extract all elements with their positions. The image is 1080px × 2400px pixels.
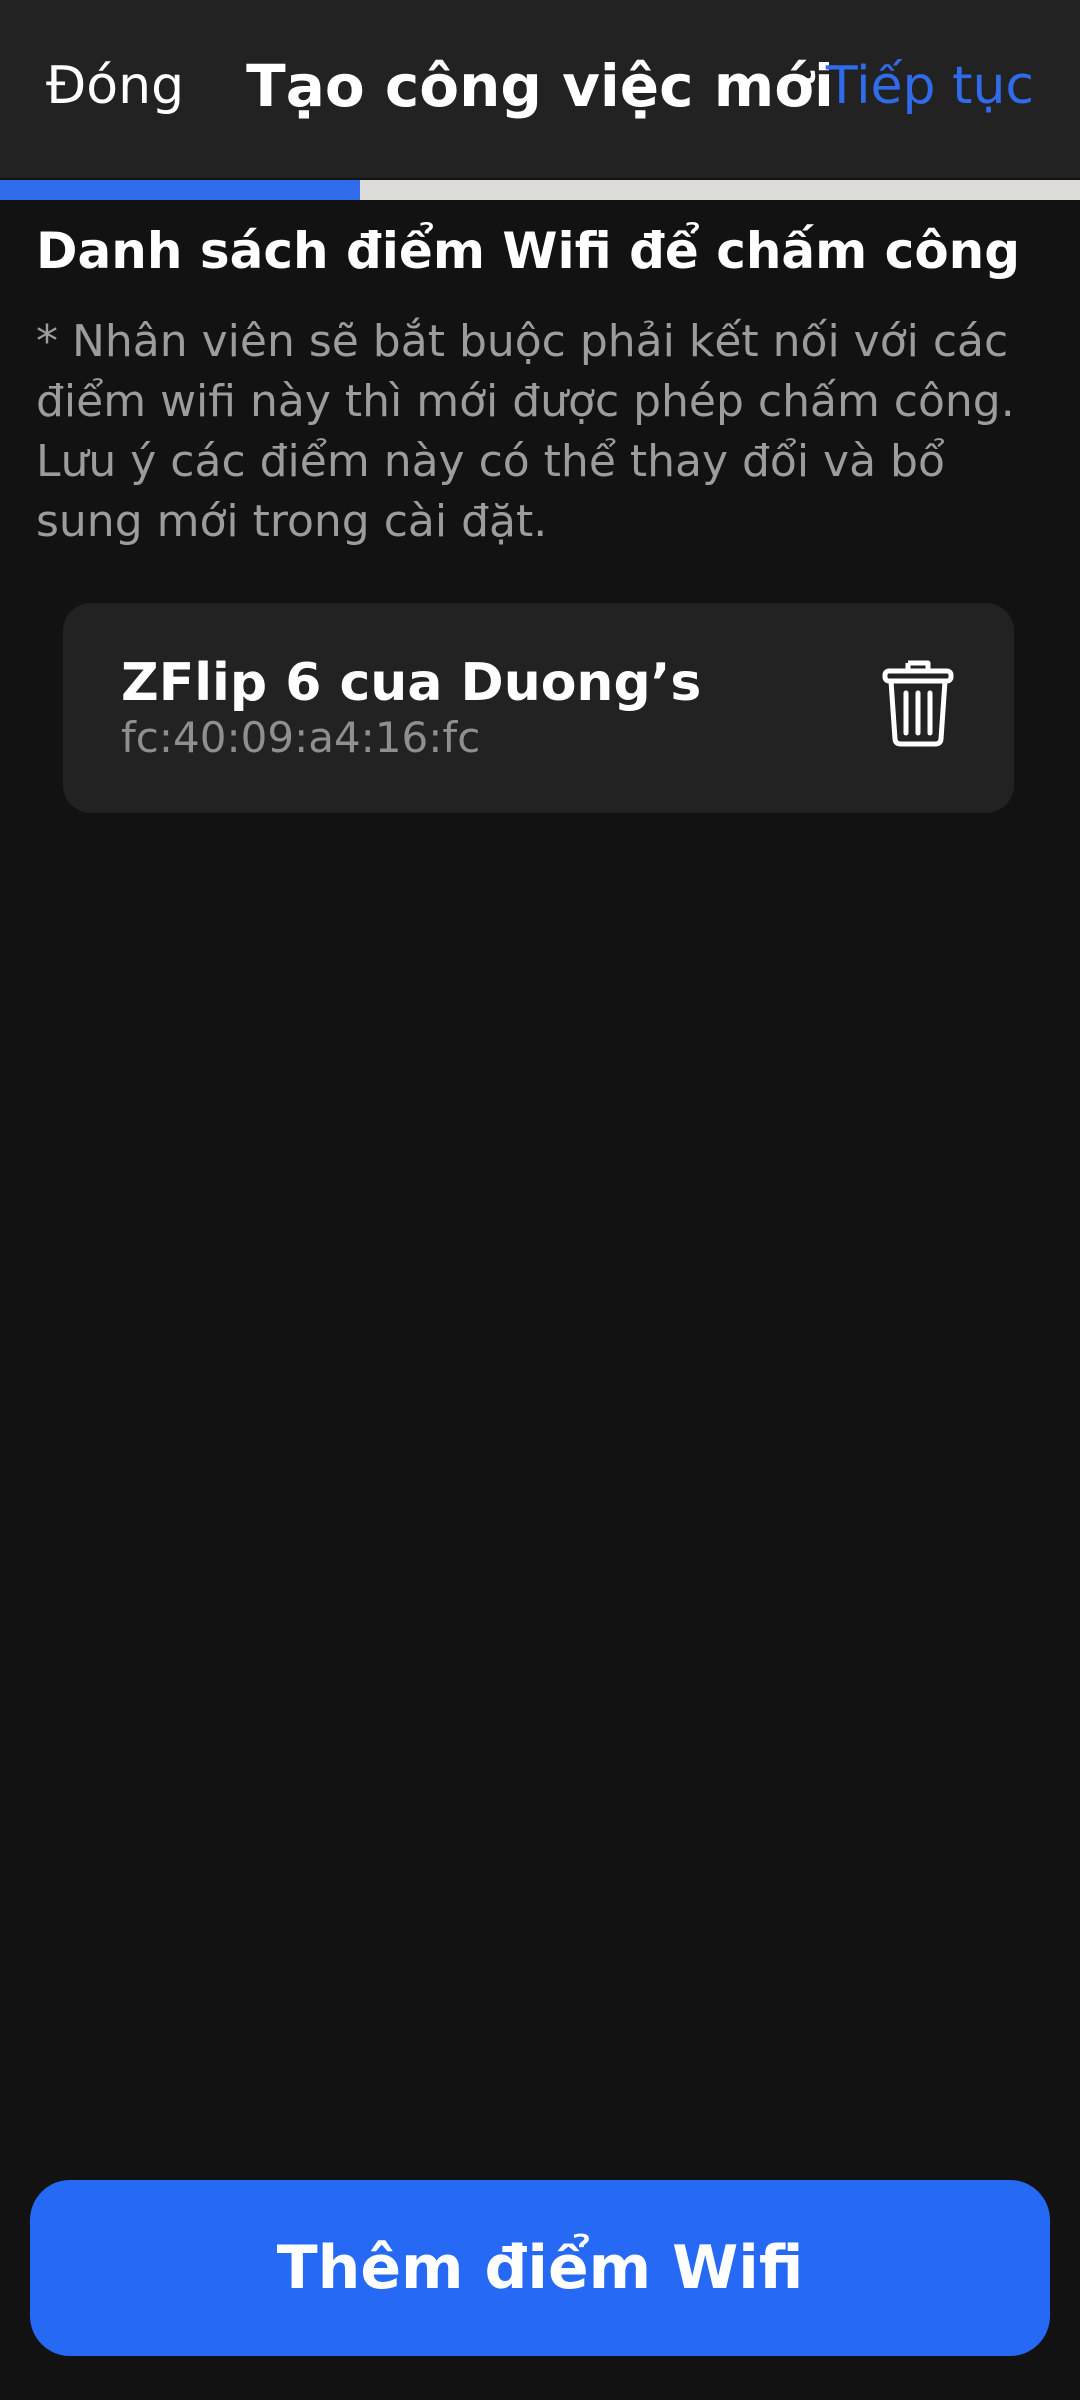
section-description: * Nhân viên sẽ bắt buộc phải kết nối với… [36,316,1015,547]
add-wifi-button[interactable]: Thêm điểm Wifi [30,2180,1050,2356]
trash-icon[interactable] [882,659,954,747]
wifi-name: ZFlip 6 cua Duong’s [121,653,702,713]
section-title: Danh sách điểm Wifi để chấm công [36,222,1021,280]
step-progress-fill [0,180,360,200]
wifi-list-item: ZFlip 6 cua Duong’s fc:40:09:a4:16:fc [63,603,1014,813]
add-wifi-button-label: Thêm điểm Wifi [276,2233,804,2303]
screen: Đóng Tạo công việc mới Tiếp tục Danh sác… [0,0,1080,2400]
top-bar: Đóng Tạo công việc mới Tiếp tục [0,0,1080,178]
wifi-mac-address: fc:40:09:a4:16:fc [121,713,481,762]
continue-button[interactable]: Tiếp tục [826,56,1034,116]
step-progress-bar [0,180,1080,200]
